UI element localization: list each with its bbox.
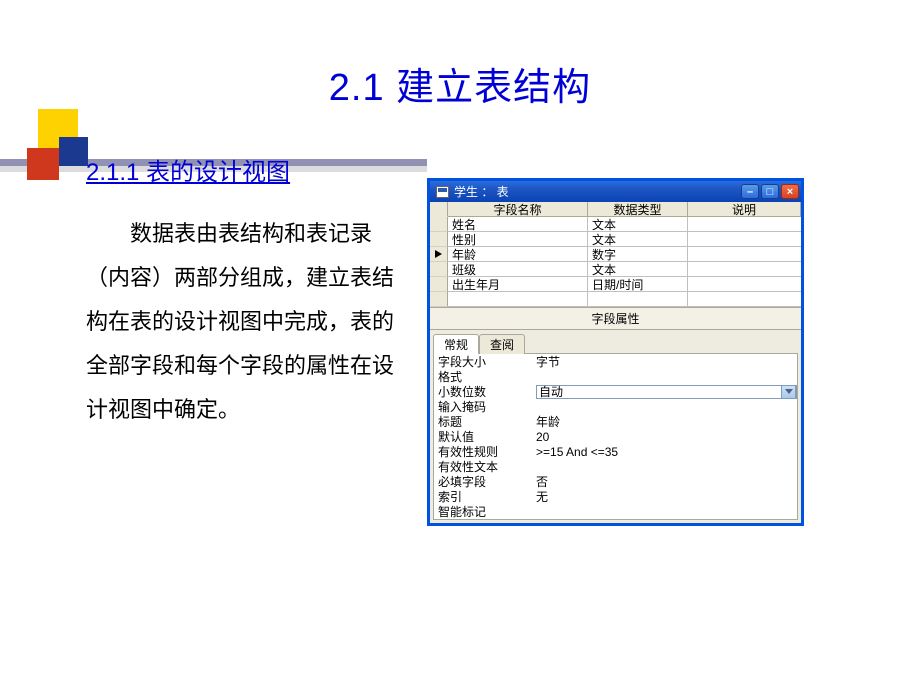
grid-row[interactable]: 出生年月日期/时间 bbox=[430, 277, 801, 292]
prop-label: 智能标记 bbox=[434, 503, 534, 520]
prop-value[interactable]: 无 bbox=[534, 488, 797, 505]
prop-row: 输入掩码 bbox=[434, 399, 797, 414]
props-panel: 字段大小字节格式小数位数自动输入掩码标题年龄默认值20有效性规则>=15 And… bbox=[433, 353, 798, 520]
close-button[interactable]: × bbox=[781, 184, 799, 199]
prop-row: 有效性规则>=15 And <=35 bbox=[434, 444, 797, 459]
row-selector[interactable] bbox=[430, 262, 448, 277]
cell-field-desc[interactable] bbox=[688, 262, 801, 277]
chevron-down-icon bbox=[785, 389, 793, 394]
col-desc[interactable]: 说明 bbox=[688, 202, 801, 217]
page-title: 2.1 建立表结构 bbox=[0, 56, 920, 111]
dropdown-button[interactable] bbox=[781, 385, 796, 399]
row-selector[interactable] bbox=[430, 277, 448, 292]
window-caption: 学生 ： 表 bbox=[454, 183, 509, 200]
grid-row-empty[interactable] bbox=[430, 292, 801, 307]
field-grid: 字段名称 数据类型 说明 姓名文本性别文本年龄数字班级文本出生年月日期/时间 bbox=[430, 202, 801, 307]
prop-row: 字段大小字节 bbox=[434, 354, 797, 369]
prop-value[interactable]: 字节 bbox=[534, 353, 797, 370]
section-subtitle: 2.1.1 表的设计视图 bbox=[86, 152, 290, 187]
prop-row: 有效性文本 bbox=[434, 459, 797, 474]
row-selector[interactable] bbox=[430, 232, 448, 247]
prop-value[interactable]: 20 bbox=[534, 430, 797, 444]
prop-row: 索引无 bbox=[434, 489, 797, 504]
props-tabs: 常规 查阅 bbox=[430, 330, 801, 353]
minimize-button[interactable]: – bbox=[741, 184, 759, 199]
cell-field-name[interactable]: 出生年月 bbox=[448, 277, 588, 292]
prop-row: 必填字段否 bbox=[434, 474, 797, 489]
prop-row: 小数位数自动 bbox=[434, 384, 797, 399]
decor-red bbox=[27, 148, 59, 180]
prop-row: 标题年龄 bbox=[434, 414, 797, 429]
titlebar[interactable]: 学生 ： 表 – □ × bbox=[430, 181, 801, 202]
row-selector[interactable] bbox=[430, 217, 448, 232]
cell-empty[interactable] bbox=[588, 292, 688, 307]
cell-field-desc[interactable] bbox=[688, 232, 801, 247]
current-row-indicator-icon bbox=[435, 250, 442, 258]
prop-select[interactable]: 自动 bbox=[536, 385, 797, 399]
prop-row: 默认值20 bbox=[434, 429, 797, 444]
prop-value[interactable]: 年龄 bbox=[534, 413, 797, 430]
prop-row: 格式 bbox=[434, 369, 797, 384]
table-icon bbox=[436, 186, 449, 198]
tab-lookup[interactable]: 查阅 bbox=[479, 334, 525, 354]
body-paragraph: 数据表由表结构和表记录（内容）两部分组成，建立表结构在表的设计视图中完成，表的全… bbox=[86, 212, 406, 432]
prop-row: 智能标记 bbox=[434, 504, 797, 519]
row-selector[interactable] bbox=[430, 247, 448, 262]
cell-empty[interactable] bbox=[688, 292, 801, 307]
row-selector[interactable] bbox=[430, 292, 448, 307]
cell-field-desc[interactable] bbox=[688, 217, 801, 232]
prop-value[interactable]: >=15 And <=35 bbox=[534, 445, 797, 459]
cell-empty[interactable] bbox=[448, 292, 588, 307]
tab-general[interactable]: 常规 bbox=[433, 334, 479, 354]
prop-value[interactable]: 自动 bbox=[534, 385, 797, 399]
cell-field-desc[interactable] bbox=[688, 277, 801, 292]
field-props-title: 字段属性 bbox=[430, 307, 801, 330]
maximize-button[interactable]: □ bbox=[761, 184, 779, 199]
design-window: 学生 ： 表 – □ × 字段名称 数据类型 说明 姓名文本性别文本年龄数字班级… bbox=[427, 178, 804, 526]
decor-blue bbox=[59, 137, 88, 166]
cell-field-desc[interactable] bbox=[688, 247, 801, 262]
cell-field-type[interactable]: 日期/时间 bbox=[588, 277, 688, 292]
